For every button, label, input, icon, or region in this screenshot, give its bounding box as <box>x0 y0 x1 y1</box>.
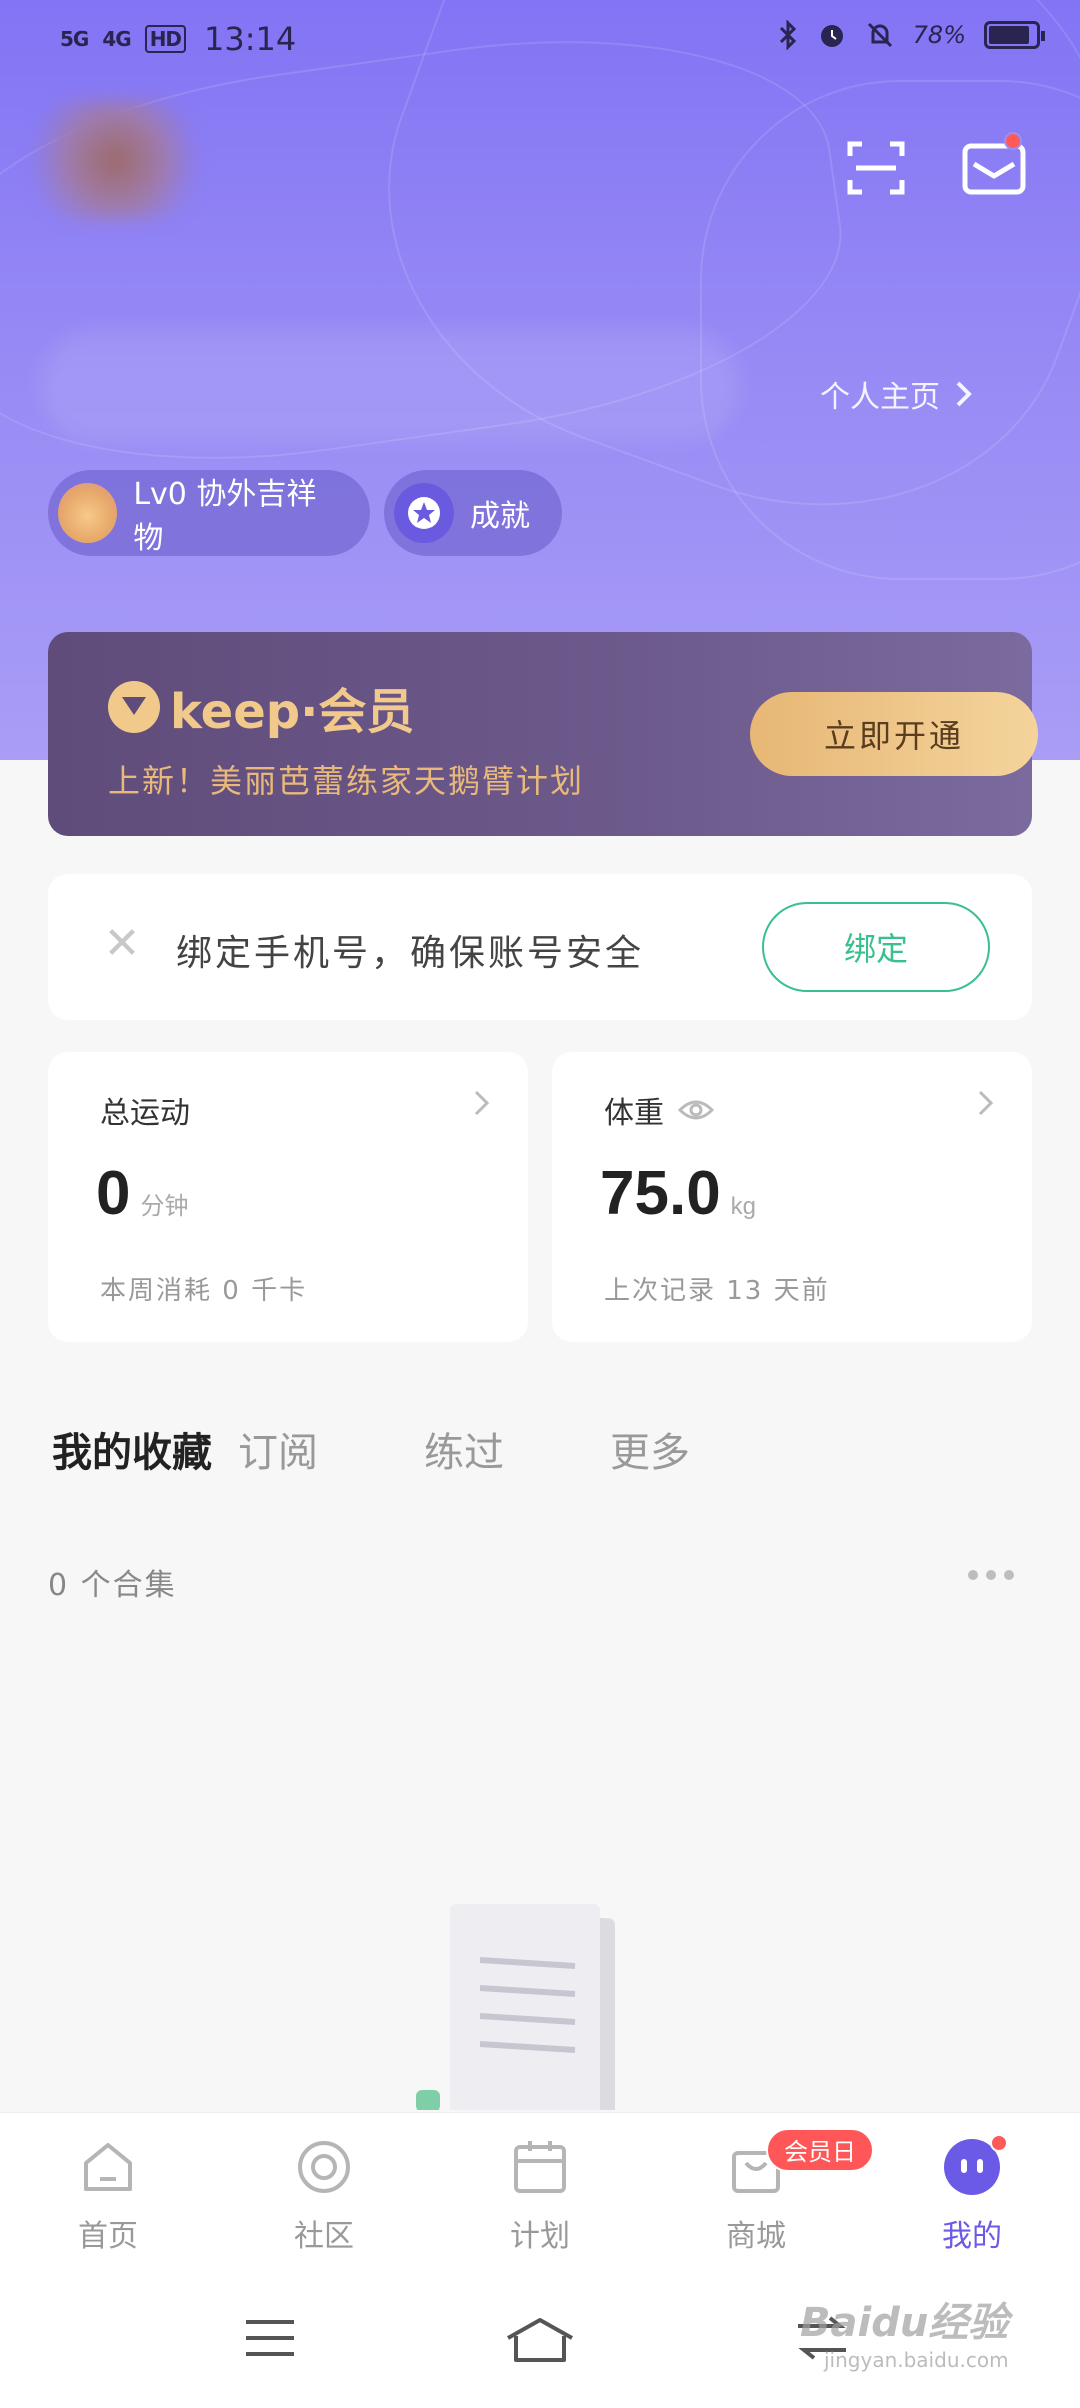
home-icon <box>84 2143 132 2191</box>
achievement-chip[interactable]: 成就 <box>384 470 562 556</box>
status-bar: 5G 4G HD 13:14 78% <box>0 0 1080 80</box>
chevron-right-icon <box>474 1090 490 1116</box>
total-exercise-card[interactable]: 总运动 0 分钟 本周消耗 0 千卡 <box>48 1052 528 1342</box>
baidu-watermark: Baidu经验 jingyan.baidu.com <box>800 2290 1009 2372</box>
clock: 13:14 <box>204 20 297 58</box>
battery-icon <box>984 21 1045 49</box>
level-label: Lv0 协外吉祥物 <box>133 477 317 556</box>
exercise-unit: 分钟 <box>140 1193 189 1220</box>
tab-plan[interactable]: 计划 <box>470 2137 610 2255</box>
bind-phone-card: ✕ 绑定手机号，确保账号安全 绑定 <box>48 874 1032 1020</box>
avatar[interactable] <box>20 100 210 220</box>
personal-homepage-link[interactable]: 个人主页 <box>820 372 974 416</box>
watermark-sub: jingyan.baidu.com <box>824 2348 1009 2372</box>
home-nav-icon[interactable] <box>504 2316 576 2364</box>
tab-favorites[interactable]: 我的收藏 <box>52 1420 238 1478</box>
keep-vip-logo: keep·会员 <box>108 672 414 742</box>
chevron-right-icon <box>978 1090 994 1116</box>
vip-day-badge: 会员日 <box>766 2128 874 2172</box>
watermark-main: Baidu经验 <box>800 2300 1009 2346</box>
activate-vip-button[interactable]: 立即开通 <box>750 692 1038 776</box>
achievement-star-icon <box>394 483 454 543</box>
tab-trained[interactable]: 练过 <box>424 1420 610 1478</box>
mascot-badge-icon <box>58 483 118 543</box>
vip-brand: keep·会员 <box>170 684 415 740</box>
vip-membership-card[interactable]: keep·会员 上新！美丽芭蕾练家天鹅臂计划 立即开通 <box>48 632 1038 836</box>
weight-unit: kg <box>730 1193 757 1220</box>
network-5g-indicator: 5G <box>60 27 89 51</box>
weight-subtitle: 上次记录 13 天前 <box>604 1276 830 1306</box>
chevron-right-icon <box>956 381 972 407</box>
exercise-title: 总运动 <box>100 1096 190 1131</box>
tab-me-label: 我的 <box>942 2219 1002 2254</box>
close-icon[interactable]: ✕ <box>100 922 144 966</box>
alarm-icon <box>820 25 843 47</box>
more-options-icon[interactable] <box>968 1570 1014 1580</box>
bottom-tab-bar: 首页 社区 计划 商城 我的 <box>0 2112 1080 2272</box>
tab-home[interactable]: 首页 <box>38 2137 178 2255</box>
tab-community[interactable]: 社区 <box>254 2137 394 2255</box>
tab-subscriptions[interactable]: 订阅 <box>238 1420 424 1478</box>
personal-homepage-label: 个人主页 <box>820 380 940 415</box>
menu-icon[interactable] <box>244 2318 296 2358</box>
tab-plan-label: 计划 <box>510 2219 570 2254</box>
vip-slogan: 上新！美丽芭蕾练家天鹅臂计划 <box>108 762 585 800</box>
weight-card[interactable]: 体重 75.0 kg 上次记录 13 天前 <box>552 1052 1032 1342</box>
exercise-subtitle: 本周消耗 0 千卡 <box>100 1276 308 1306</box>
keep-logo-icon <box>108 681 160 733</box>
achievement-label: 成就 <box>470 499 530 534</box>
community-icon <box>298 2141 350 2193</box>
battery-percent: 78% <box>912 21 966 49</box>
network-4g-indicator: 4G <box>102 27 131 51</box>
scan-icon[interactable] <box>846 140 906 196</box>
tab-mall-label: 商城 <box>726 2219 786 2254</box>
tab-community-label: 社区 <box>294 2219 354 2254</box>
empty-state-illustration <box>416 1904 615 2110</box>
weight-value: 75.0 <box>600 1159 721 1228</box>
tab-more[interactable]: 更多 <box>610 1420 796 1478</box>
bind-button[interactable]: 绑定 <box>762 902 990 992</box>
me-notification-dot <box>990 2134 1008 2152</box>
message-unread-dot <box>1004 132 1022 150</box>
content-tabs: 我的收藏 订阅 练过 更多 <box>52 1420 796 1478</box>
eye-icon[interactable] <box>678 1098 714 1122</box>
hd-indicator: HD <box>144 25 187 53</box>
tab-home-label: 首页 <box>78 2219 138 2254</box>
bind-phone-text: 绑定手机号，确保账号安全 <box>176 933 645 974</box>
username-blurred <box>40 330 740 440</box>
level-chip[interactable]: Lv0 协外吉祥物 <box>48 470 370 556</box>
calendar-icon <box>514 2141 566 2193</box>
bluetooth-icon <box>779 20 796 50</box>
weight-title: 体重 <box>604 1096 664 1131</box>
mute-icon <box>867 22 892 48</box>
exercise-value: 0 <box>96 1159 131 1228</box>
tab-me[interactable]: 我的 <box>902 2137 1042 2255</box>
collection-count: 0 个合集 <box>48 1568 177 1603</box>
